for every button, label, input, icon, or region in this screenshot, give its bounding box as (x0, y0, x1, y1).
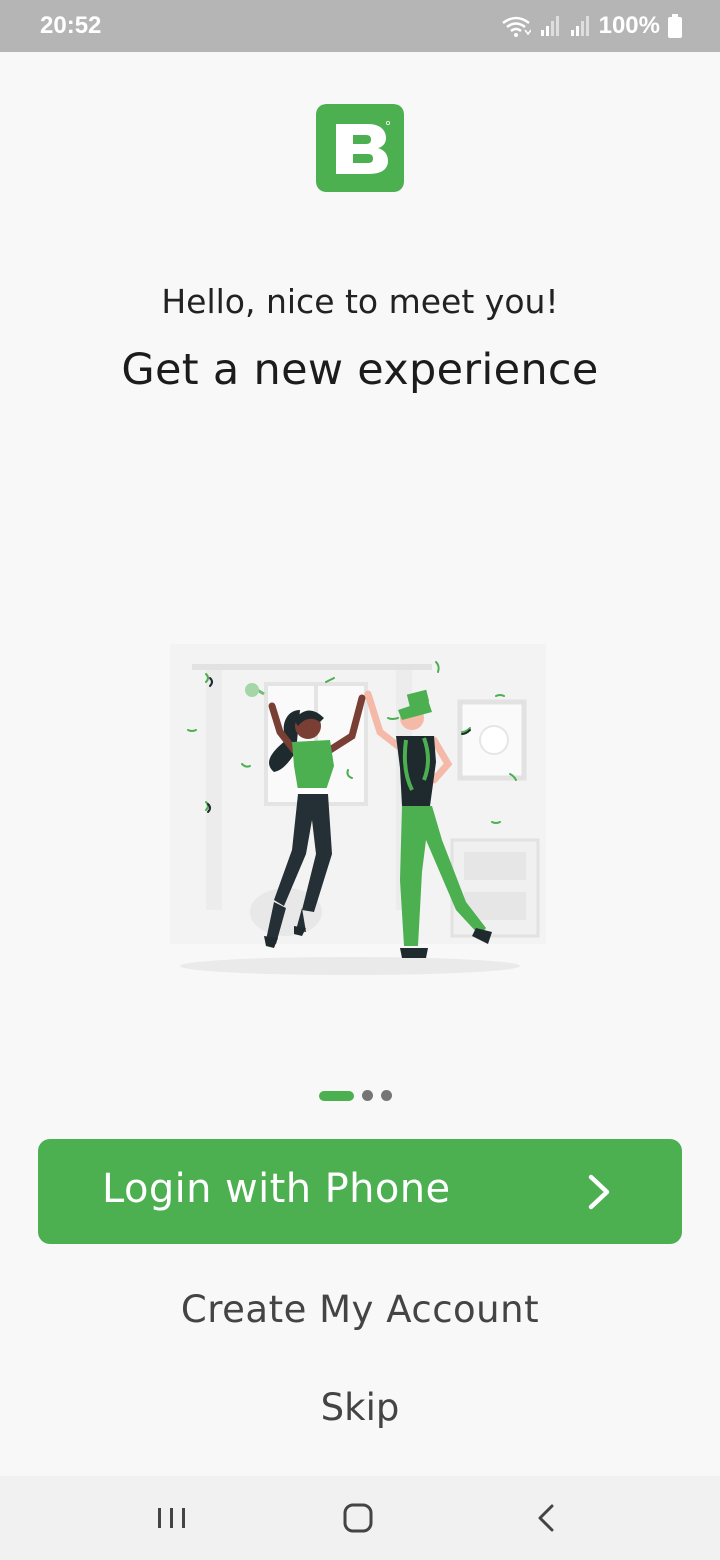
page-dot (362, 1090, 373, 1101)
create-account-button[interactable]: Create My Account (0, 1288, 720, 1331)
battery-percentage: 100% (598, 12, 660, 39)
status-time: 20:52 (40, 12, 102, 39)
wifi-icon (501, 16, 531, 37)
chevron-right-icon (588, 1174, 610, 1210)
page-dot-active (319, 1090, 354, 1101)
home-icon[interactable] (328, 1498, 388, 1538)
login-button-label: Login with Phone (102, 1166, 451, 1212)
status-bar: 20:52 100% (0, 0, 720, 52)
battery-icon (668, 14, 682, 38)
skip-button[interactable]: Skip (0, 1386, 720, 1429)
login-with-phone-button[interactable]: Login with Phone (38, 1139, 682, 1244)
celebrating-couple-illustration (170, 644, 546, 975)
signal-icon (540, 16, 559, 36)
system-navigation-bar (0, 1476, 720, 1560)
signal-icon (570, 16, 589, 36)
app-logo (316, 104, 404, 192)
page-dot (381, 1090, 392, 1101)
greeting-text: Hello, nice to meet you! (161, 282, 559, 321)
page-indicator (319, 1090, 392, 1101)
status-icons: 100% (501, 12, 682, 40)
recent-apps-icon[interactable] (142, 1498, 202, 1538)
headline-text: Get a new experience (121, 345, 599, 395)
back-icon[interactable] (516, 1498, 576, 1538)
